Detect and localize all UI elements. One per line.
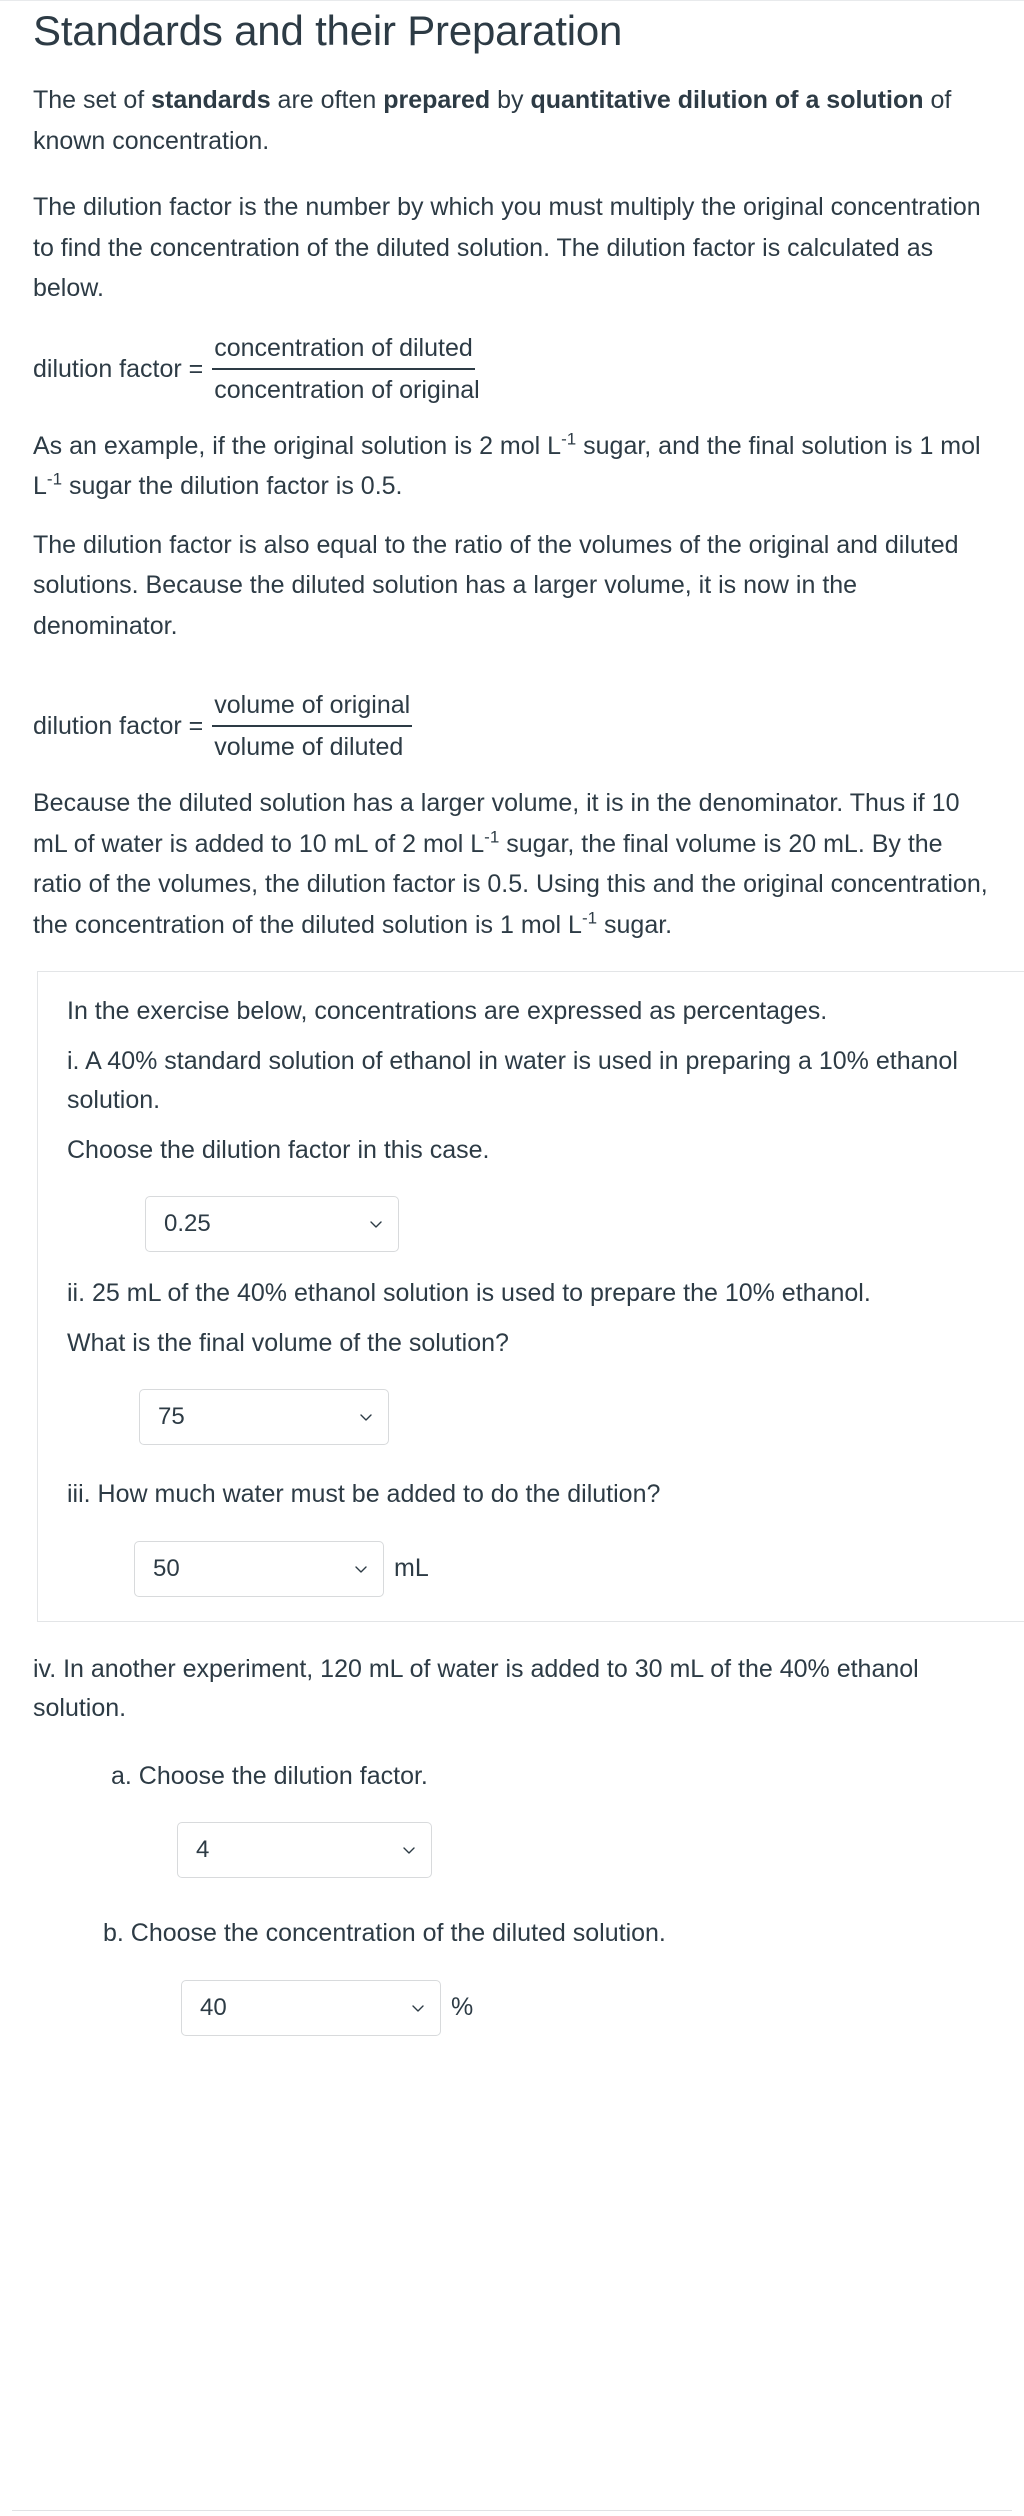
intro-p1-bold-prepared: prepared xyxy=(383,86,491,115)
page-title: Standards and their Preparation xyxy=(33,7,623,54)
example-text-c: sugar the dilution factor is 0.5. xyxy=(62,472,403,501)
exercise-panel: In the exercise below, concentrations ar… xyxy=(37,971,1024,1622)
question-3-answer-row: 50 mL xyxy=(134,1540,991,1597)
formula-concentration-ratio: dilution factor = concentration of dilut… xyxy=(33,331,991,408)
formula1-fraction: concentration of diluted concentration o… xyxy=(212,331,481,408)
final-volume-select-value: 75 xyxy=(158,1403,185,1431)
exercise-intro: In the exercise below, concentrations ar… xyxy=(67,997,828,1026)
question-3-block: iii. How much water must be added to do … xyxy=(67,1475,991,1597)
formula1-denominator: concentration of original xyxy=(214,375,480,404)
concentration-unit-label: % xyxy=(451,1993,474,2022)
question-4-statement: iv. In another experiment, 120 mL of wat… xyxy=(33,1654,919,1723)
question-1-answer-row: 0.25 xyxy=(145,1196,991,1253)
question-3-statement: iii. How much water must be added to do … xyxy=(67,1480,661,1509)
formula1-numerator: concentration of diluted xyxy=(212,331,475,370)
question-1-statement: i. A 40% standard solution of ethanol in… xyxy=(67,1046,958,1115)
exponent-minus-one-c: -1 xyxy=(484,827,500,847)
concentration-select[interactable]: 40 xyxy=(181,1979,441,2036)
intro-p1-part-a: The set of xyxy=(33,86,152,115)
example-paragraph-1: As an example, if the original solution … xyxy=(33,426,991,507)
dilution-factor-select-1[interactable]: 0.25 xyxy=(145,1196,399,1253)
question-4a-answer-row: 4 xyxy=(177,1822,991,1879)
chevron-down-icon xyxy=(358,1409,374,1425)
intro-paragraph-2: The dilution factor is the number by whi… xyxy=(33,193,981,303)
top-divider xyxy=(0,0,1024,1)
intro-p1-bold-standards: standards xyxy=(151,86,271,115)
question-2-block: ii. 25 mL of the 40% ethanol solution is… xyxy=(67,1274,991,1446)
formula1-label: dilution factor = xyxy=(33,354,204,383)
formula2-denominator: volume of diluted xyxy=(214,733,404,762)
chevron-down-icon xyxy=(410,2000,426,2016)
final-volume-select[interactable]: 75 xyxy=(139,1389,389,1446)
chevron-down-icon xyxy=(368,1216,384,1232)
question-2-statement: ii. 25 mL of the 40% ethanol solution is… xyxy=(67,1279,871,1308)
dilution-factor-select-1-value: 0.25 xyxy=(164,1210,211,1238)
example-paragraph-2: The dilution factor is also equal to the… xyxy=(33,530,959,640)
question-1-prompt: Choose the dilution factor in this case. xyxy=(67,1135,490,1164)
dilution-factor-select-2-value: 4 xyxy=(196,1836,210,1864)
explanation-paragraph: Because the diluted solution has a large… xyxy=(33,783,991,945)
content-area: Standards and their Preparation The set … xyxy=(0,7,1024,2036)
chevron-down-icon xyxy=(401,1842,417,1858)
concentration-select-value: 40 xyxy=(200,1993,227,2021)
question-2-prompt: What is the final volume of the solution… xyxy=(67,1328,509,1357)
intro-p1-bold-quantitative: quantitative dilution of a solution xyxy=(530,86,924,115)
water-volume-unit-label: mL xyxy=(394,1554,429,1583)
question-4a-prompt: a. Choose the dilution factor. xyxy=(111,1761,428,1790)
formula-volume-ratio: dilution factor = volume of original vol… xyxy=(33,688,991,765)
question-4b-answer-row: 40 % xyxy=(181,1979,991,2036)
bottom-divider xyxy=(12,2510,1012,2511)
intro-paragraph-1: The set of standards are often prepared … xyxy=(33,80,991,161)
intro-p1-part-c: are often xyxy=(270,86,384,115)
exponent-minus-one-d: -1 xyxy=(581,908,598,928)
dilution-factor-select-2[interactable]: 4 xyxy=(177,1822,432,1879)
exponent-minus-one-a: -1 xyxy=(561,429,577,449)
page-root: Standards and their Preparation The set … xyxy=(0,0,1024,2516)
water-volume-select[interactable]: 50 xyxy=(134,1540,384,1597)
formula2-numerator: volume of original xyxy=(212,688,413,728)
intro-p1-part-e: by xyxy=(490,86,531,115)
formula2-label: dilution factor = xyxy=(33,712,204,741)
formula2-fraction: volume of original volume of diluted xyxy=(212,688,413,765)
question-2-answer-row: 75 xyxy=(139,1389,991,1446)
chevron-down-icon xyxy=(353,1561,369,1577)
water-volume-select-value: 50 xyxy=(153,1554,180,1582)
exponent-minus-one-b: -1 xyxy=(46,469,63,489)
explanation-text-c: sugar. xyxy=(597,910,673,939)
question-4b-prompt: b. Choose the concentration of the dilut… xyxy=(103,1919,666,1948)
example-text-a: As an example, if the original solution … xyxy=(33,431,562,460)
